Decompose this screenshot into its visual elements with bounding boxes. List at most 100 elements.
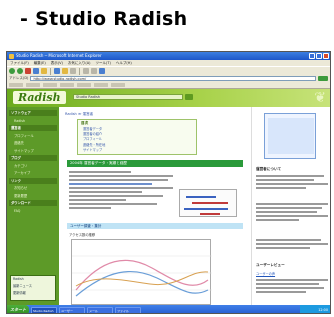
home-icon[interactable] (41, 68, 47, 74)
text-line (69, 199, 127, 201)
site-search-input[interactable]: Studio Radish (73, 94, 183, 100)
nav-item[interactable]: アーカイブ (9, 170, 57, 176)
caption-title: - Studio Radish (20, 8, 188, 30)
go-button[interactable] (318, 76, 328, 81)
nav-item[interactable]: 更新履歴 (9, 193, 57, 199)
mini-diagram (179, 189, 237, 217)
browser-toolbar (7, 66, 330, 75)
print-icon[interactable] (91, 68, 97, 74)
right-sidebar: 運営者について ユーザーレビュー ユーザーの声 (251, 107, 330, 305)
nav-item[interactable]: カテゴリ (9, 163, 57, 169)
toolbar-divider (50, 67, 51, 75)
sidebar-text (256, 279, 328, 295)
back-icon[interactable] (9, 68, 15, 74)
toolbar-divider (79, 67, 80, 75)
window-titlebar[interactable]: Studio Radish ─ Microsoft Internet Explo… (7, 52, 330, 60)
text-line (256, 219, 300, 221)
nav-item[interactable]: お知らせ (9, 185, 57, 191)
nav-item[interactable]: ソフトウェア (9, 110, 57, 116)
search-icon[interactable] (54, 68, 60, 74)
text-line (256, 207, 323, 209)
address-input[interactable]: http://www.studio-radish.com/ (30, 76, 316, 81)
links-item[interactable] (94, 83, 108, 87)
edit-icon[interactable] (99, 68, 105, 74)
text-line (69, 191, 142, 193)
sidebar-link[interactable]: ユーザーの声 (256, 271, 275, 276)
site-search-button[interactable] (185, 94, 193, 100)
breadcrumb[interactable]: Radish ≫ 運営者 (65, 112, 93, 117)
nav-item[interactable]: ブログ (9, 155, 57, 161)
nav-news-box: Radish 最新ニュース 更新情報 (10, 275, 56, 301)
forward-icon[interactable] (17, 68, 23, 74)
text-line (256, 283, 320, 285)
text-line (256, 183, 328, 185)
nav-item[interactable]: 連絡先 (9, 140, 57, 146)
close-button[interactable] (323, 53, 329, 59)
diagram-bar (192, 202, 228, 204)
text-line (69, 179, 168, 181)
history-icon[interactable] (70, 68, 76, 74)
nav-item[interactable]: Radish (9, 118, 57, 124)
links-item[interactable] (60, 83, 74, 87)
nav-item[interactable]: プロフィール (9, 133, 57, 139)
sidebar-text (256, 239, 328, 251)
text-line (69, 171, 132, 173)
text-line (256, 175, 325, 177)
taskbar-item[interactable]: Studio Radish (31, 306, 57, 313)
links-item[interactable] (9, 83, 23, 87)
links-item[interactable] (26, 83, 40, 87)
refresh-icon[interactable] (33, 68, 39, 74)
toc-box: 目次 運営者データ 運営者の紹介 プロフィール 連絡先・所在地 サイトマップ (77, 119, 197, 155)
nav-item[interactable]: リンク (9, 177, 57, 184)
body-text (69, 171, 173, 211)
nav-item[interactable]: ダウンロード (9, 200, 57, 206)
text-line (69, 187, 173, 189)
text-line (69, 207, 111, 209)
text-line (256, 279, 328, 281)
toc-title: 目次 (81, 121, 89, 125)
text-line (256, 291, 307, 293)
nav-item[interactable]: サイトマップ (9, 148, 57, 154)
start-button[interactable]: スタート (7, 305, 29, 313)
nav-box-line[interactable]: 最新ニュース (11, 283, 55, 290)
links-item[interactable] (43, 83, 57, 87)
text-line (69, 195, 163, 197)
site-logo[interactable]: Radish (13, 91, 66, 104)
mail-icon[interactable] (83, 68, 89, 74)
system-clock: 12:00 (300, 305, 330, 313)
sidebar-text (256, 175, 328, 191)
links-item[interactable] (77, 83, 91, 87)
chart-line-blue (75, 271, 209, 297)
taskbar-item[interactable]: ファイル (115, 306, 141, 313)
maximize-button[interactable] (316, 53, 322, 59)
section-heading-2: ユーザー調査・集計 (67, 223, 243, 229)
links-item[interactable] (111, 83, 125, 87)
favorites-icon[interactable] (62, 68, 68, 74)
taskbar-item[interactable]: メール (87, 306, 113, 313)
left-navigation: ソフトウェア Radish 運営者プロフィール 連絡先サイトマップ ブログカテゴリ アーカ… (7, 107, 59, 305)
main-content: Radish ≫ 運営者 目次 運営者データ 運営者の紹介 プロフィール 連絡先… (63, 107, 245, 305)
text-line (256, 239, 321, 241)
diagram-bar (186, 196, 216, 198)
text-link-line[interactable] (69, 183, 153, 185)
taskbar-item[interactable]: ユーザー (59, 306, 85, 313)
stop-icon[interactable] (25, 68, 31, 74)
nav-list: ソフトウェア Radish 運営者プロフィール 連絡先サイトマップ ブログカテゴリ アーカ… (9, 110, 57, 215)
text-line (256, 211, 318, 213)
text-line (256, 215, 328, 217)
nav-item[interactable]: FAQ (9, 208, 57, 214)
nav-box-line[interactable]: 更新情報 (11, 290, 55, 297)
toc-link[interactable]: サイトマップ (78, 148, 196, 153)
window-title: Studio Radish ─ Microsoft Internet Explo… (16, 53, 102, 58)
chart-line-orange (75, 271, 209, 287)
chart-line-pink (75, 259, 209, 291)
sidebar-banner[interactable] (264, 113, 316, 159)
text-line (256, 187, 307, 189)
ie-icon (9, 53, 14, 59)
text-line (256, 247, 310, 249)
address-label: アドレス(D) (9, 76, 29, 80)
minimize-button[interactable] (309, 53, 315, 59)
section-heading: 2004年 運営者データ・実績と経歴 (67, 160, 243, 167)
address-bar: アドレス(D) http://www.studio-radish.com/ (7, 75, 330, 82)
nav-item[interactable]: 運営者 (9, 125, 57, 131)
